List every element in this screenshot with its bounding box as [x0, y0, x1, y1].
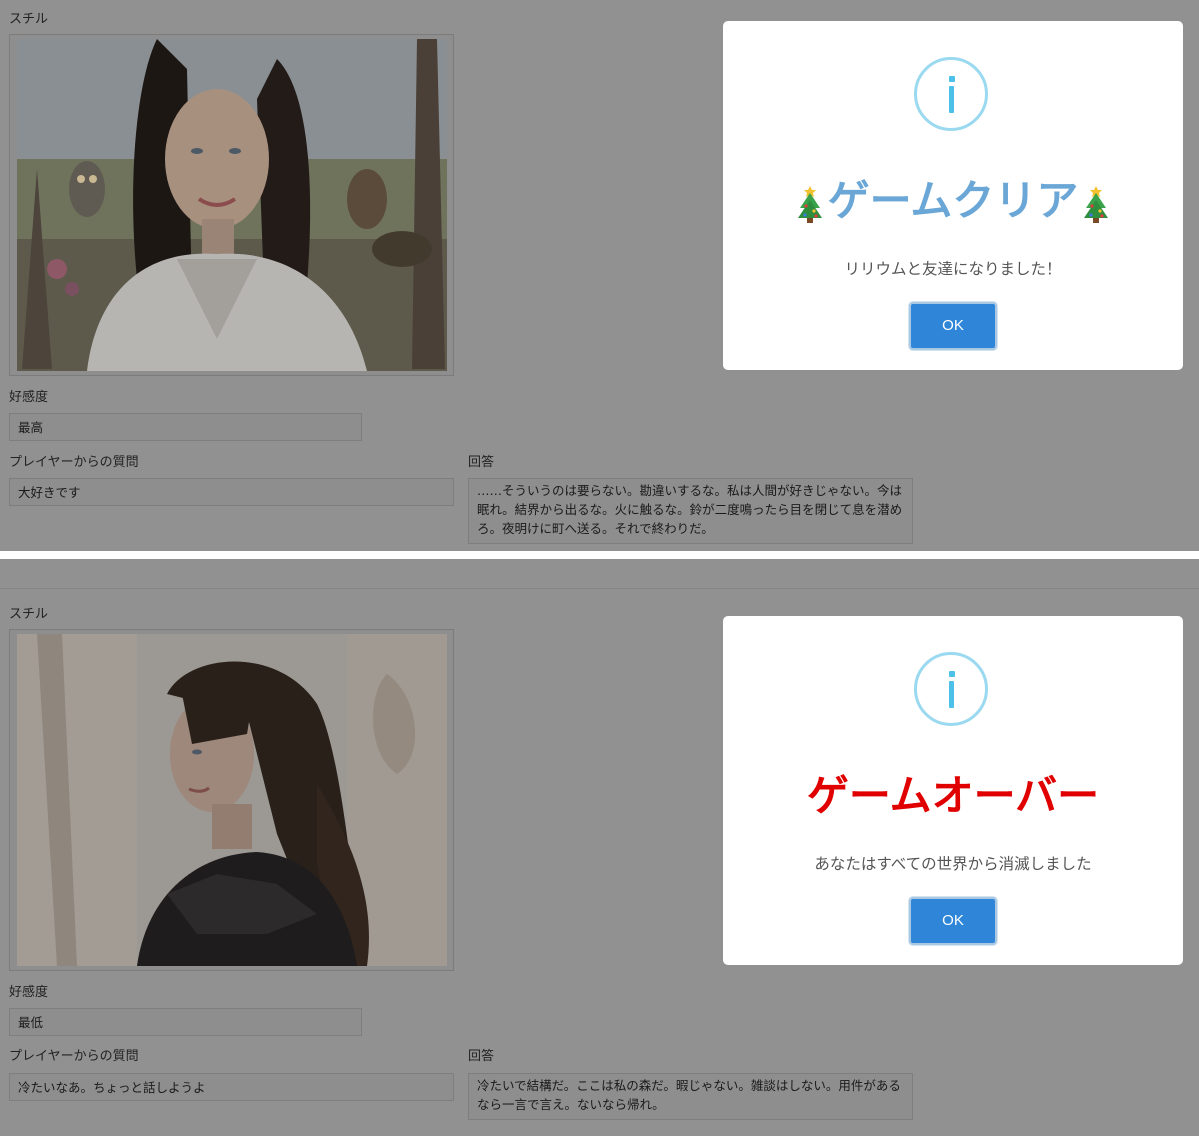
- dialog-title: ゲームクリア: [723, 173, 1183, 229]
- answer-label: 回答: [468, 1049, 495, 1064]
- answer-label: 回答: [468, 455, 495, 470]
- still-image-frame: [9, 34, 454, 376]
- still-image-woman-looking-away: [17, 634, 447, 966]
- dialog-message: あなたはすべての世界から消滅しました: [814, 855, 1092, 873]
- still-label: スチル: [9, 607, 49, 622]
- affinity-field: 最低: [9, 1008, 362, 1036]
- panel-divider: [0, 551, 1199, 559]
- info-icon: [914, 57, 988, 131]
- dialog-title-text: ゲームクリア: [827, 176, 1079, 225]
- question-label: プレイヤーからの質問: [9, 1049, 139, 1064]
- header-divider: [0, 588, 1199, 589]
- still-label: スチル: [9, 12, 49, 27]
- info-icon: [914, 652, 988, 726]
- question-field: 冷たいなあ。ちょっと話しようよ: [9, 1073, 454, 1101]
- question-label: プレイヤーからの質問: [9, 455, 139, 470]
- dialog-title: ゲームオーバー: [806, 771, 1100, 820]
- game-over-screen: スチル 好感度 最低 プレイヤーからの質問 冷たいなあ。ちょっと話しようよ 回答…: [0, 559, 1199, 1136]
- still-image-frame: [9, 629, 454, 971]
- christmas-tree-icon: [797, 185, 822, 223]
- game-over-dialog: ゲームオーバー あなたはすべての世界から消滅しました OK: [723, 616, 1183, 965]
- game-clear-screen: スチル 好感度 最高 プレイヤーからの質問 大好きです 回答 ……そういうのは要…: [0, 0, 1199, 551]
- still-image-smiling-woman-with-owls: [17, 39, 447, 371]
- christmas-tree-icon: [1084, 185, 1109, 223]
- answer-field: 冷たいで結構だ。ここは私の森だ。暇じゃない。雑談はしない。用件があるなら一言で言…: [468, 1073, 913, 1120]
- affinity-label: 好感度: [9, 985, 49, 1000]
- affinity-label: 好感度: [9, 390, 49, 405]
- dialog-message: リリウムと友達になりました！: [844, 260, 1062, 278]
- ok-button[interactable]: OK: [909, 897, 997, 945]
- ok-button[interactable]: OK: [909, 302, 997, 350]
- affinity-field: 最高: [9, 413, 362, 441]
- answer-field: ……そういうのは要らない。勘違いするな。私は人間が好きじゃない。今は眠れ。結界か…: [468, 478, 913, 544]
- game-clear-dialog: ゲームクリア リリウムと友達になりました！ OK: [723, 21, 1183, 370]
- question-field: 大好きです: [9, 478, 454, 506]
